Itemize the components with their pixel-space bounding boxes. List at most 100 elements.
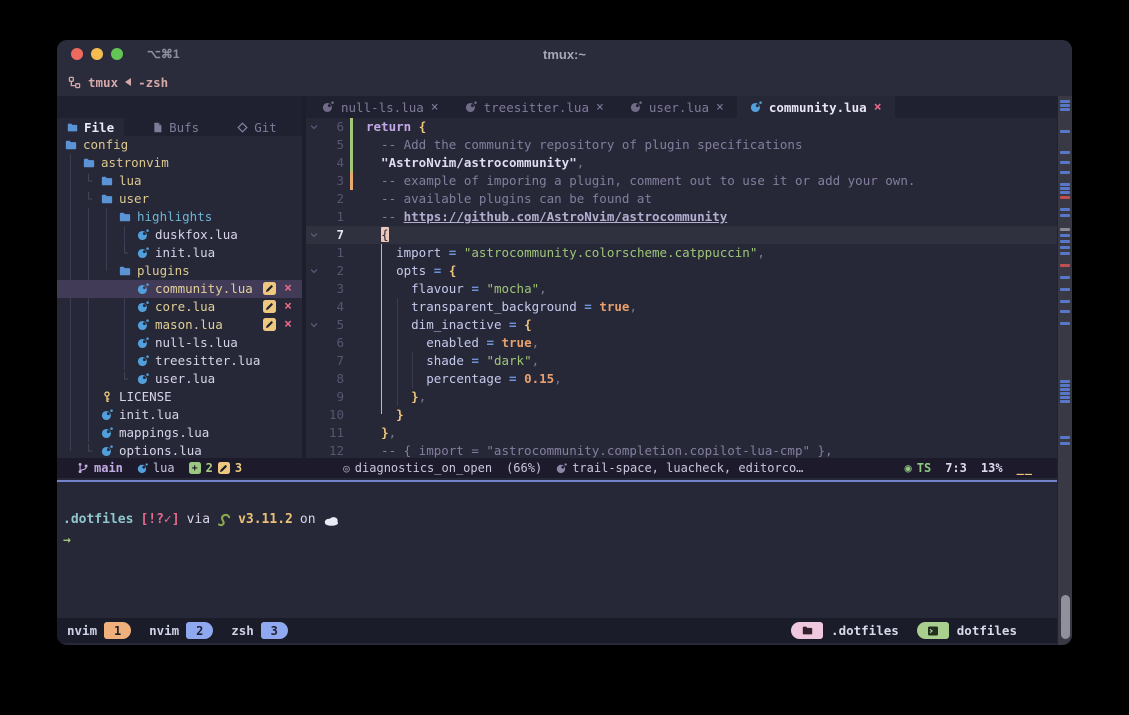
prompt-arrow[interactable]: → (63, 533, 71, 548)
tree-item-config[interactable]: config (57, 136, 302, 154)
scrollbar-thumb[interactable] (1061, 595, 1070, 639)
python-version: v3.11.2 (238, 512, 293, 527)
session-icon (68, 76, 81, 89)
scrollbar-mark-blue (1060, 183, 1070, 186)
tree-item-init.lua[interactable]: init.lua (57, 406, 302, 424)
code-token: = (509, 371, 517, 386)
statusline-marker: __ (1017, 461, 1033, 475)
tmux-session-tab[interactable]: tmux -zsh (57, 68, 1072, 96)
scrollbar-track[interactable] (1057, 96, 1072, 645)
fold-column (306, 136, 322, 154)
scrollbar-mark-blue (1060, 161, 1070, 164)
code-token (366, 389, 411, 404)
tree-item-label: astronvim (101, 154, 169, 172)
treesitter-label: TS (917, 461, 931, 475)
tree-item-mappings.lua[interactable]: mappings.lua (57, 424, 302, 442)
tree-item-init.lua[interactable]: └init.lua (57, 244, 302, 262)
fold-column (306, 424, 322, 442)
tmux-window-1[interactable]: nvim1 (67, 622, 131, 639)
buffer-tab-treesitter.lua[interactable]: treesitter.lua× (452, 96, 617, 118)
sign-column (348, 388, 357, 406)
tree-item-astronvim[interactable]: astronvim (57, 154, 302, 172)
close-icon[interactable]: × (284, 318, 292, 331)
lua-icon (101, 445, 113, 457)
scrollbar-mark-blue (1060, 392, 1070, 395)
neotree-tab-label: Git (254, 120, 277, 135)
buffer-tab-null-ls.lua[interactable]: null-ls.lua× (309, 96, 452, 118)
git-changed-count: 3 (235, 461, 242, 475)
git-sign-change (348, 172, 357, 190)
fold-chevron-down-icon[interactable] (306, 226, 322, 244)
text-cursor: { (381, 227, 389, 242)
tmux-window-2[interactable]: nvim2 (149, 622, 213, 639)
tmux-session-badges: .dotfilesdotfiles (791, 622, 1027, 639)
scrollbar-mark-blue (1060, 300, 1070, 303)
close-icon[interactable]: × (284, 282, 292, 295)
tree-item-highlights[interactable]: highlights (57, 208, 302, 226)
code-text: percentage = 0.15, (357, 370, 562, 388)
tree-item-treesitter.lua[interactable]: treesitter.lua (57, 352, 302, 370)
code-text: -- https://github.com/AstroNvim/astrocom… (357, 208, 727, 226)
buffer-tab-community.lua[interactable]: community.lua× (737, 96, 895, 118)
close-icon[interactable]: × (596, 100, 604, 115)
sign-column (348, 280, 357, 298)
close-icon[interactable]: × (874, 100, 882, 115)
file-icon (152, 122, 163, 133)
neotree-tab-bufs[interactable]: Bufs (142, 118, 209, 136)
neotree-tab-file[interactable]: File (57, 118, 124, 136)
tree-item-plugins[interactable]: plugins (57, 262, 302, 280)
tmux-window-3[interactable]: zsh3 (231, 622, 288, 639)
line-number: 12 (322, 442, 348, 458)
neotree-tab-label: File (84, 120, 114, 135)
line-number: 8 (322, 370, 348, 388)
terminal-window: ⌥⌘1 tmux:~ tmux -zsh null-ls.lua×treesit… (57, 40, 1072, 645)
tree-item-lua[interactable]: └lua (57, 172, 302, 190)
treesitter-icon: ◉ (905, 461, 912, 475)
tree-item-community.lua[interactable]: community.lua× (57, 280, 302, 298)
editor-pane[interactable]: 6return {5 -- Add the community reposito… (306, 118, 1057, 458)
scroll-percent: 13% (981, 461, 1003, 475)
lsp-status-text: diagnostics_on_open (355, 461, 492, 475)
neotree-file-list: configastronvim└lua└userhighlightsduskfo… (57, 136, 302, 460)
code-token: } (396, 407, 404, 422)
code-token: , (554, 371, 562, 386)
neotree-tab-git[interactable]: Git (227, 118, 287, 136)
tree-item-user[interactable]: └user (57, 190, 302, 208)
tmux-window-index-badge: 3 (261, 622, 288, 639)
tree-elbow-guide: └ (85, 172, 92, 190)
tree-item-null-ls.lua[interactable]: null-ls.lua (57, 334, 302, 352)
diamond-icon (237, 122, 248, 133)
fold-chevron-down-icon[interactable] (306, 316, 322, 334)
code-text: }, (357, 424, 396, 442)
tree-item-core.lua[interactable]: core.lua× (57, 298, 302, 316)
lua-icon (750, 101, 762, 113)
line-number: 2 (322, 190, 348, 208)
code-token: true (599, 299, 629, 314)
close-icon[interactable]: × (431, 100, 439, 115)
lua-icon (322, 101, 334, 113)
close-icon[interactable]: × (716, 100, 724, 115)
tmux-pane-divider[interactable] (57, 480, 1057, 482)
line-number: 7 (322, 352, 348, 370)
fold-chevron-down-icon[interactable] (306, 262, 322, 280)
code-line: 9 }, (306, 388, 1057, 406)
scrollbar-mark-blue (1060, 252, 1070, 255)
code-line: 12 -- { import = "astrocommunity.complet… (306, 442, 1057, 458)
code-token: = (486, 335, 494, 350)
buffer-tab-user.lua[interactable]: user.lua× (617, 96, 737, 118)
code-line: 4 "AstroNvim/astrocommunity", (306, 154, 1057, 172)
code-token: -- Add the community repository of plugi… (366, 137, 803, 152)
sign-column (348, 190, 357, 208)
neotree-panel: File Bufs Git configastronvim└lua└userhigh… (57, 118, 302, 458)
code-token: flavour (411, 281, 464, 296)
close-icon[interactable]: × (284, 300, 292, 313)
triangle-left-icon (125, 78, 131, 86)
tree-item-LICENSE[interactable]: LICENSE (57, 388, 302, 406)
git-sign-add (348, 118, 357, 136)
fold-chevron-down-icon[interactable] (306, 118, 322, 136)
tree-item-duskfox.lua[interactable]: duskfox.lua (57, 226, 302, 244)
code-token: -- example of imporing a plugin, comment… (366, 173, 915, 188)
modified-badge (263, 282, 276, 295)
tree-item-mason.lua[interactable]: mason.lua× (57, 316, 302, 334)
tree-item-user.lua[interactable]: └user.lua (57, 370, 302, 388)
